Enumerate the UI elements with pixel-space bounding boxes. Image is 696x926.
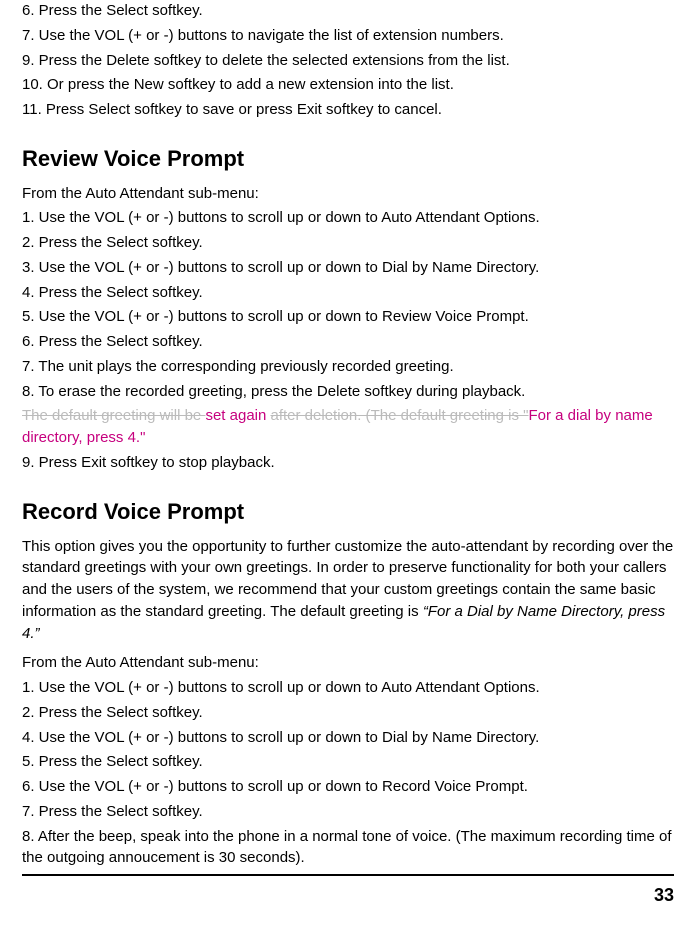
heading-record-voice-prompt: Record Voice Prompt bbox=[22, 496, 674, 528]
inserted-text: set again bbox=[205, 407, 270, 424]
section1-line: 2. Press the Select softkey. bbox=[22, 232, 674, 254]
heading-review-voice-prompt: Review Voice Prompt bbox=[22, 143, 674, 175]
struck-text: The default greeting is " bbox=[371, 407, 529, 424]
section2-line: 4. Use the VOL (+ or -) buttons to scrol… bbox=[22, 727, 674, 749]
section2-line: 8. After the beep, speak into the phone … bbox=[22, 826, 674, 870]
section1-mixed-line: The default greeting will be set again a… bbox=[22, 405, 674, 449]
section2-line: 2. Press the Select softkey. bbox=[22, 702, 674, 724]
section1-line: 3. Use the VOL (+ or -) buttons to scrol… bbox=[22, 257, 674, 279]
section1-line: 7. The unit plays the corresponding prev… bbox=[22, 356, 674, 378]
section2-paragraph: This option gives you the opportunity to… bbox=[22, 536, 674, 645]
section2-line: 1. Use the VOL (+ or -) buttons to scrol… bbox=[22, 677, 674, 699]
section1-line: From the Auto Attendant sub-menu: bbox=[22, 183, 674, 205]
section2-line: From the Auto Attendant sub-menu: bbox=[22, 652, 674, 674]
section1-line: 6. Press the Select softkey. bbox=[22, 331, 674, 353]
intro-line: 10. Or press the New softkey to add a ne… bbox=[22, 74, 674, 96]
struck-text: The default greeting will be bbox=[22, 407, 205, 424]
section2-line: 7. Press the Select softkey. bbox=[22, 801, 674, 823]
section2-body: From the Auto Attendant sub-menu: 1. Use… bbox=[22, 652, 674, 869]
section1-line: 8. To erase the recorded greeting, press… bbox=[22, 381, 674, 403]
intro-block: 6. Press the Select softkey. 7. Use the … bbox=[22, 0, 674, 121]
intro-line: 11. Press Select softkey to save or pres… bbox=[22, 99, 674, 121]
struck-text: after deletion. ( bbox=[271, 407, 371, 424]
section2-line: 6. Use the VOL (+ or -) buttons to scrol… bbox=[22, 776, 674, 798]
section1-body: From the Auto Attendant sub-menu: 1. Use… bbox=[22, 183, 674, 474]
intro-line: 7. Use the VOL (+ or -) buttons to navig… bbox=[22, 25, 674, 47]
page-number: 33 bbox=[22, 882, 674, 908]
intro-line: 6. Press the Select softkey. bbox=[22, 0, 674, 22]
footer-rule bbox=[22, 874, 674, 876]
section1-line: 5. Use the VOL (+ or -) buttons to scrol… bbox=[22, 306, 674, 328]
page-footer: 33 bbox=[22, 874, 674, 908]
section1-after-line: 9. Press Exit softkey to stop playback. bbox=[22, 452, 674, 474]
intro-line: 9. Press the Delete softkey to delete th… bbox=[22, 50, 674, 72]
section1-line: 1. Use the VOL (+ or -) buttons to scrol… bbox=[22, 207, 674, 229]
section2-line: 5. Press the Select softkey. bbox=[22, 751, 674, 773]
section1-line: 4. Press the Select softkey. bbox=[22, 282, 674, 304]
